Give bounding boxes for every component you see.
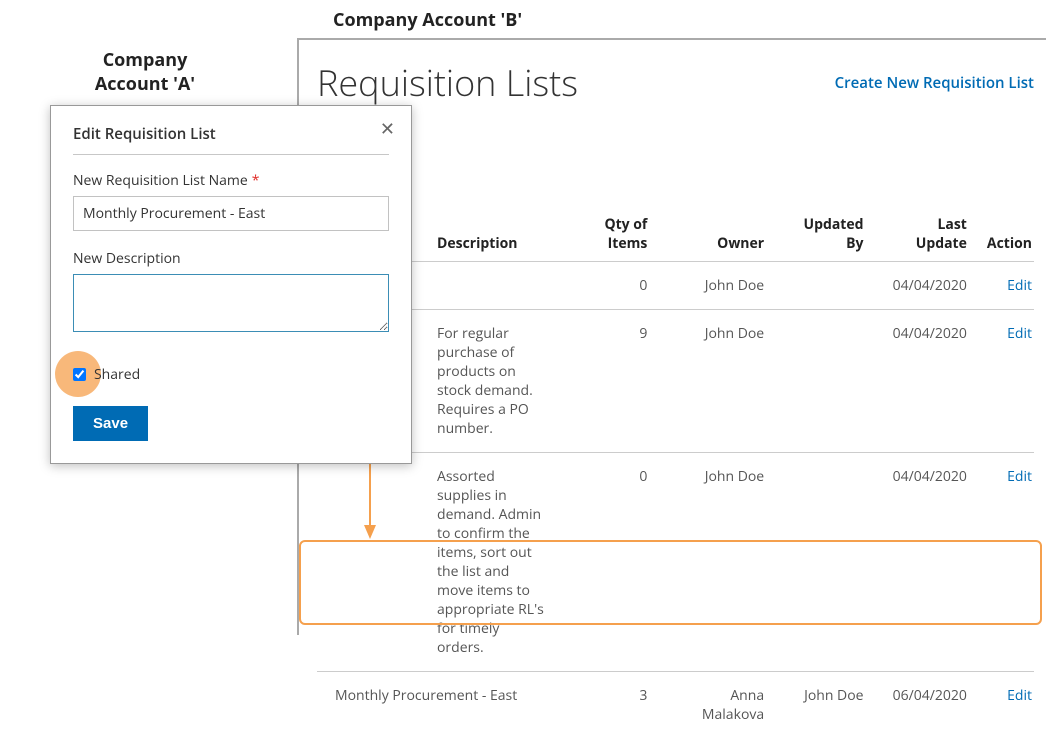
edit-link[interactable]: Edit xyxy=(1007,686,1032,705)
name-label: New Requisition List Name* xyxy=(73,171,389,190)
cell-qty: 3 xyxy=(555,672,658,738)
cell-qty: 9 xyxy=(555,310,658,453)
create-requisition-list-link[interactable]: Create New Requisition List xyxy=(835,73,1034,93)
cell-owner: Anna Malakova xyxy=(657,672,774,738)
edit-requisition-list-dialog: ✕ Edit Requisition List New Requisition … xyxy=(50,105,412,464)
cell-last-update: 04/04/2020 xyxy=(874,262,977,310)
description-label: New Description xyxy=(73,249,389,268)
cell-owner: John Doe xyxy=(657,453,774,672)
company-a-label: Company Account 'A' xyxy=(80,48,210,96)
cell-updated-by: John Doe xyxy=(774,672,873,738)
col-header-qty: Qty of Items xyxy=(555,207,658,262)
page-title: Requisition Lists xyxy=(317,58,578,107)
cell-description: Assorted supplies in demand. Admin to co… xyxy=(317,453,555,672)
edit-link[interactable]: Edit xyxy=(1007,276,1032,295)
cell-description: Monthly Procurement - East xyxy=(317,672,555,738)
edit-link[interactable]: Edit xyxy=(1007,467,1032,486)
table-row: For regular purchase of products on stoc… xyxy=(317,310,1034,453)
cell-qty: 0 xyxy=(555,453,658,672)
cell-last-update: 06/04/2020 xyxy=(874,672,977,738)
cell-owner: John Doe xyxy=(657,262,774,310)
company-b-label: Company Account 'B' xyxy=(333,8,522,32)
dialog-title: Edit Requisition List xyxy=(73,124,389,155)
cell-owner: John Doe xyxy=(657,310,774,453)
save-button[interactable]: Save xyxy=(73,406,148,441)
cell-updated-by xyxy=(774,262,873,310)
table-row: 0 John Doe 04/04/2020 Edit xyxy=(317,262,1034,310)
col-header-action: Action xyxy=(977,207,1034,262)
edit-link[interactable]: Edit xyxy=(1007,324,1032,343)
table-row: Assorted supplies in demand. Admin to co… xyxy=(317,453,1034,672)
shared-checkbox[interactable] xyxy=(73,368,86,381)
col-header-owner: Owner xyxy=(657,207,774,262)
required-asterisk: * xyxy=(252,171,260,190)
cell-qty: 0 xyxy=(555,262,658,310)
requisition-lists-table: Description Qty of Items Owner Updated B… xyxy=(317,207,1034,738)
cell-last-update: 04/04/2020 xyxy=(874,310,977,453)
cell-last-update: 04/04/2020 xyxy=(874,453,977,672)
cell-updated-by xyxy=(774,310,873,453)
requisition-list-name-input[interactable] xyxy=(73,196,389,231)
table-row-highlighted: Monthly Procurement - East 3 Anna Malako… xyxy=(317,672,1034,738)
close-icon[interactable]: ✕ xyxy=(380,120,395,138)
col-header-updated-by: Updated By xyxy=(774,207,873,262)
requisition-list-description-input[interactable] xyxy=(73,274,389,332)
cell-updated-by xyxy=(774,453,873,672)
col-header-last-update: Last Update xyxy=(874,207,977,262)
shared-label: Shared xyxy=(94,365,140,384)
